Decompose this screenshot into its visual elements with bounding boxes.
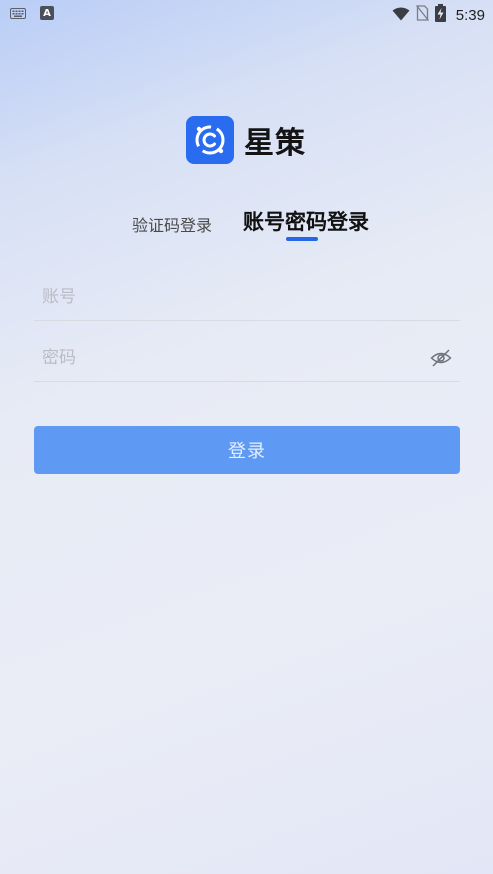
status-bar: A 5:39	[0, 0, 493, 28]
keyboard-icon	[10, 7, 26, 19]
login-tabs: 验证码登录 账号密码登录	[0, 204, 493, 244]
wifi-icon	[392, 6, 410, 25]
battery-charging-icon	[434, 4, 446, 26]
app-name: 星策	[244, 126, 306, 161]
password-field	[34, 337, 460, 382]
a-notification-icon: A	[40, 6, 54, 20]
active-tab-indicator	[286, 237, 318, 241]
account-input[interactable]	[42, 284, 412, 310]
status-bar-right: 5:39	[392, 4, 485, 26]
tab-sms-login[interactable]: 验证码登录	[132, 212, 212, 236]
login-button[interactable]: 登录	[34, 426, 460, 474]
account-field	[34, 276, 460, 321]
app-header: 星策	[186, 116, 306, 164]
tab-password-login[interactable]: 账号密码登录	[243, 206, 369, 236]
status-time: 5:39	[455, 6, 485, 24]
status-bar-left: A	[10, 6, 54, 20]
password-input[interactable]	[42, 345, 412, 371]
eye-hidden-icon[interactable]	[430, 348, 452, 372]
no-sim-icon	[415, 5, 429, 25]
app-logo-icon	[186, 116, 234, 164]
